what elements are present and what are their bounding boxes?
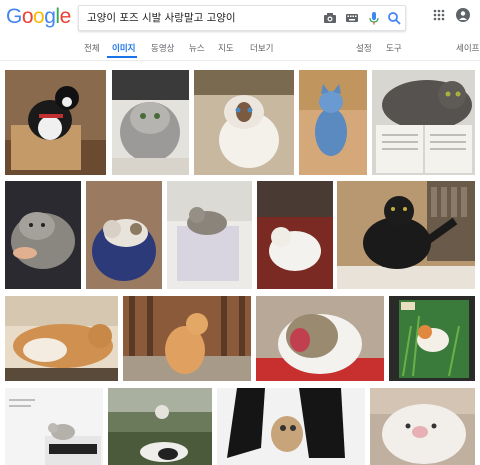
image-result[interactable] <box>256 296 384 381</box>
tab-safesearch[interactable]: 세이프서 <box>456 42 480 54</box>
image-result[interactable] <box>167 181 252 289</box>
tab-settings[interactable]: 설정 <box>356 42 372 54</box>
tab-videos[interactable]: 동영상 <box>151 42 174 54</box>
microphone-icon[interactable] <box>367 11 381 25</box>
logo-letter: e <box>59 5 72 28</box>
tab-images[interactable]: 이미지 <box>112 42 135 54</box>
active-tab-indicator <box>107 56 137 58</box>
image-result[interactable] <box>112 70 189 175</box>
apps-grid-icon[interactable] <box>433 9 445 21</box>
image-result[interactable] <box>5 70 106 175</box>
image-result[interactable] <box>370 388 475 465</box>
header-divider <box>0 60 480 61</box>
tab-more[interactable]: 더보기 <box>250 42 273 54</box>
logo-letter: g <box>44 5 56 28</box>
image-result[interactable] <box>337 181 475 289</box>
logo-letter: o <box>33 5 45 28</box>
search-box[interactable]: 고양이 포즈 시발 사랑말고 고양이 <box>78 5 406 31</box>
image-result[interactable] <box>257 181 333 289</box>
search-tabs: 전체 이미지 동영상 뉴스 지도 더보기 설정 도구 세이프서 <box>0 36 480 58</box>
search-input[interactable]: 고양이 포즈 시발 사랑말고 고양이 <box>87 6 236 30</box>
google-logo[interactable]: Google <box>6 5 71 29</box>
image-result[interactable] <box>299 70 367 175</box>
image-result[interactable] <box>86 181 162 289</box>
logo-letter: G <box>6 5 22 28</box>
image-result[interactable] <box>194 70 294 175</box>
image-result[interactable] <box>372 70 475 175</box>
account-avatar-icon[interactable] <box>456 8 470 22</box>
tab-news[interactable]: 뉴스 <box>189 42 205 54</box>
image-result[interactable] <box>217 388 365 465</box>
search-icon[interactable] <box>387 11 401 25</box>
image-result[interactable] <box>5 181 81 289</box>
tab-maps[interactable]: 지도 <box>218 42 234 54</box>
image-result[interactable] <box>108 388 212 465</box>
image-result[interactable] <box>123 296 251 381</box>
image-result[interactable] <box>5 388 103 465</box>
logo-letter: o <box>21 5 34 28</box>
tab-all[interactable]: 전체 <box>84 42 100 54</box>
image-result[interactable] <box>5 296 118 381</box>
keyboard-icon[interactable] <box>345 11 359 25</box>
image-result[interactable] <box>389 296 475 381</box>
tab-tools[interactable]: 도구 <box>386 42 402 54</box>
camera-icon[interactable] <box>323 11 337 25</box>
